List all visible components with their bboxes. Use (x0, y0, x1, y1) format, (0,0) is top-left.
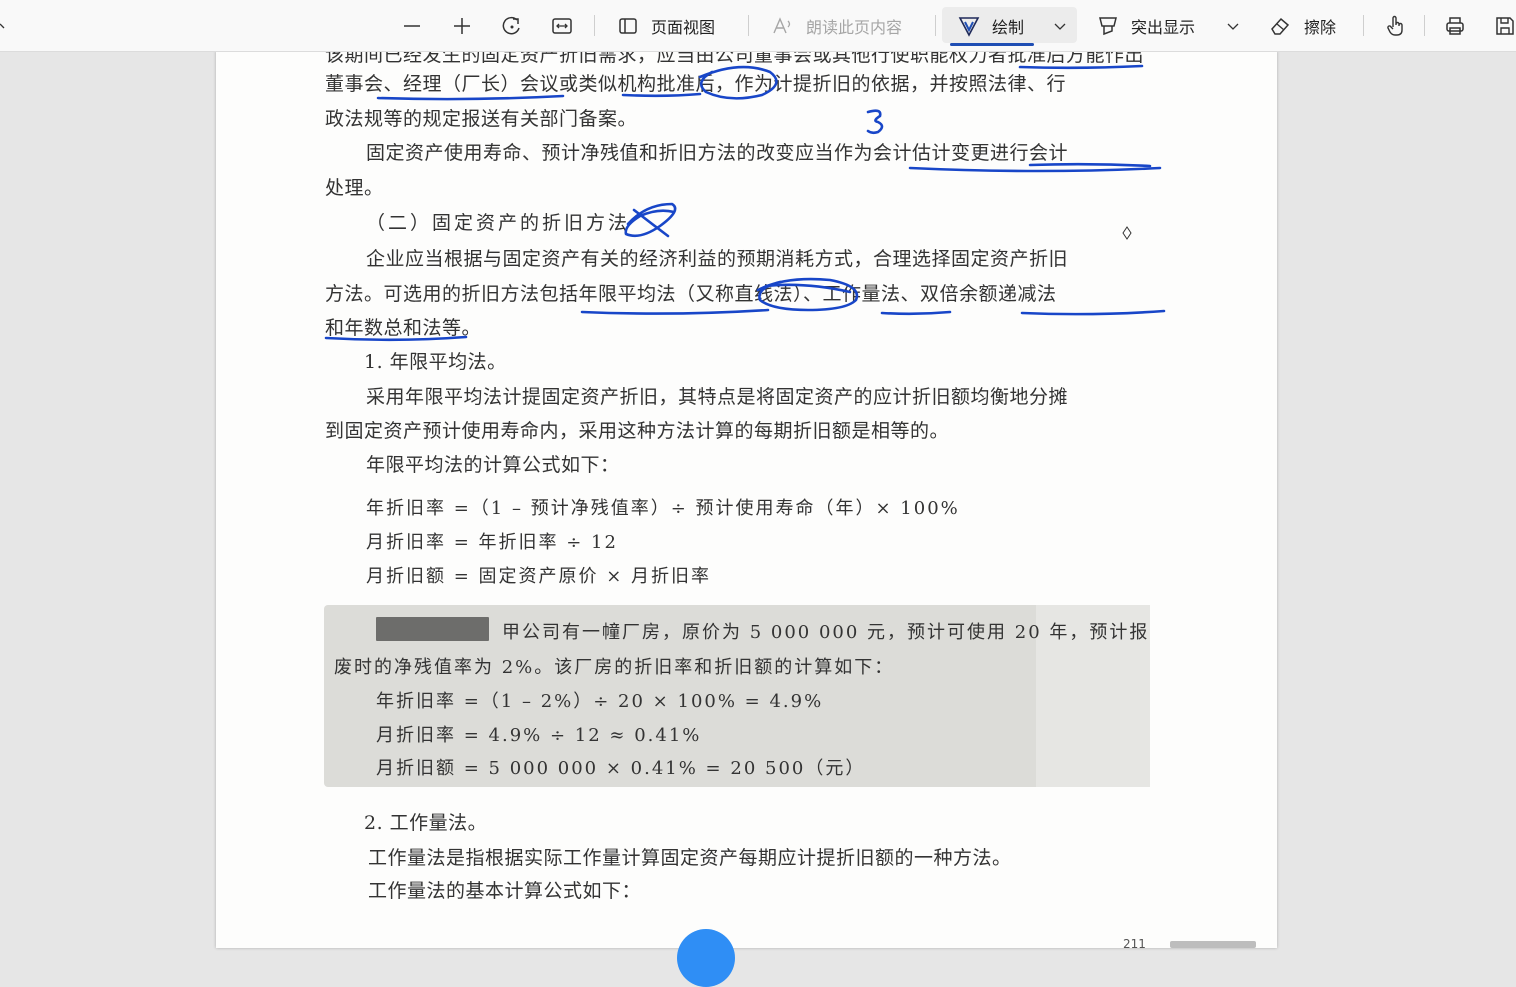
subsection-heading: 1. 年限平均法。 (364, 351, 507, 373)
minus-icon (404, 24, 420, 27)
example-line: 废时的净残值率为 2%。该厂房的折旧率和折旧额的计算如下： (334, 657, 895, 678)
draw-label: 绘制 (992, 17, 1025, 37)
eraser-icon (1271, 17, 1290, 35)
formula-line: 月折旧率 = 年折旧率 ÷ 12 (366, 532, 618, 553)
floating-assistant-button[interactable] (677, 929, 735, 987)
save-button[interactable] (1494, 0, 1516, 51)
rotate-icon (502, 16, 520, 34)
subsection-heading: 2. 工作量法。 (364, 812, 488, 834)
toolbar-divider (1363, 15, 1364, 36)
page-view-button[interactable]: 页面视图 (617, 0, 715, 51)
toolbar-divider (935, 15, 936, 36)
fit-width-icon (552, 17, 572, 34)
toolbar-divider (594, 15, 595, 36)
draw-options-dropdown[interactable] (1054, 0, 1066, 51)
page-footer-mark (1170, 941, 1256, 948)
fit-width-button[interactable] (551, 0, 573, 51)
example-line: 月折旧率 = 4.9% ÷ 12 ≈ 0.41% (376, 725, 702, 746)
text-line: 固定资产使用寿命、预计净残值和折旧方法的改变应当作为会计估计变更进行会计 (366, 142, 1069, 164)
page-view-label: 页面视图 (651, 17, 716, 37)
example-line: 年折旧率 =（1 – 2%）÷ 20 × 100% = 4.9% (376, 691, 824, 712)
formula-line: 月折旧额 = 固定资产原价 × 月折旧率 (366, 566, 712, 587)
chevron-down-icon (1054, 23, 1066, 30)
text-line: 工作量法是指根据实际工作量计算固定资产每期应计提折旧额的一种方法。 (368, 847, 1012, 869)
section-heading: （二）固定资产的折旧方法 (366, 212, 631, 234)
save-disk-icon (1496, 16, 1514, 35)
page-view-icon (619, 17, 637, 34)
read-aloud-button[interactable]: 朗读此页内容 (772, 0, 902, 51)
text-line: 年限平均法的计算公式如下： (366, 454, 620, 476)
erase-label: 擦除 (1304, 17, 1337, 37)
text-line: 政法规等的规定报送有关部门备案。 (325, 108, 638, 130)
printer-icon (1446, 16, 1464, 35)
example-line: 月折旧额 = 5 000 000 × 0.41% = 20 500（元） (376, 758, 866, 779)
text-line: 和年数总和法等。 (325, 317, 482, 339)
reader-toolbar: 页面视图 朗读此页内容 绘制 突出显示 擦除 (0, 0, 1516, 52)
text-line: 采用年限平均法计提固定资产折旧，其特点是将固定资产的应计折旧额均衡地分摊 (366, 386, 1069, 408)
page-number: 211 (1123, 937, 1146, 951)
text-line: 方法。可选用的折旧方法包括年限平均法（又称直线法）、工作量法、双倍余额递减法 (325, 283, 1057, 305)
toolbar-divider (1424, 15, 1425, 36)
draw-pen-icon (958, 16, 980, 37)
erase-button[interactable]: 擦除 (1268, 0, 1336, 51)
touch-write-button[interactable] (1384, 0, 1406, 51)
collapse-chevron-icon[interactable] (0, 0, 8, 51)
print-button[interactable] (1444, 0, 1466, 51)
formula-line: 年折旧率 =（1 – 预计净残值率）÷ 预计使用寿命（年）× 100% (366, 498, 960, 519)
text-line: 工作量法的基本计算公式如下： (368, 880, 642, 902)
zoom-out-button[interactable] (402, 0, 422, 51)
text-line: 到固定资产预计使用寿命内，采用这种方法计算的每期折旧额是相等的。 (325, 420, 950, 442)
highlight-label: 突出显示 (1131, 17, 1196, 37)
read-aloud-label: 朗读此页内容 (806, 17, 903, 37)
toolbar-divider (748, 15, 749, 36)
zoom-in-button[interactable] (452, 0, 472, 51)
plus-icon (454, 17, 470, 34)
example-label-redacted (376, 617, 489, 641)
text-line: 处理。 (325, 177, 384, 199)
highlight-button[interactable]: 突出显示 (1097, 0, 1195, 51)
highlighter-icon (1099, 16, 1117, 35)
read-aloud-icon (773, 16, 791, 33)
text-line: 董事会、经理（厂长）会议或类似机构批准后，作为计提折旧的依据，并按照法律、行 (325, 73, 1067, 95)
text-line: 企业应当根据与固定资产有关的经济利益的预期消耗方式，合理选择固定资产折旧 (366, 248, 1069, 270)
draw-active-indicator (950, 43, 1034, 46)
chevron-down-icon (1227, 23, 1239, 30)
touch-hand-icon (1387, 15, 1403, 36)
rotate-button[interactable] (501, 0, 523, 51)
highlight-options-dropdown[interactable] (1227, 0, 1239, 51)
example-line: 甲公司有一幢厂房，原价为 5 000 000 元，预计可使用 20 年，预计报 (502, 622, 1150, 643)
